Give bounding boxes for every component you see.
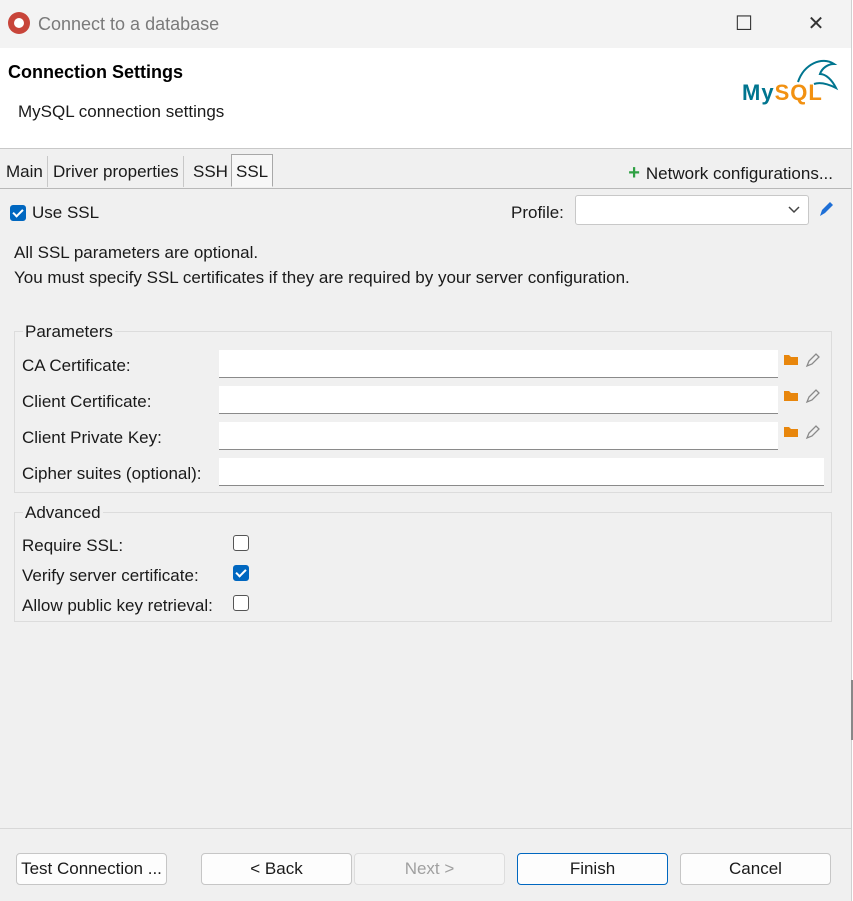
parameters-title: Parameters bbox=[23, 322, 115, 342]
title-bar: Connect to a database ☐ ✕ bbox=[0, 0, 851, 48]
tab-main[interactable]: Main bbox=[2, 156, 48, 187]
profile-select[interactable] bbox=[575, 195, 809, 225]
folder-icon[interactable] bbox=[783, 388, 799, 405]
client-private-key-input[interactable] bbox=[219, 422, 778, 450]
profile-label: Profile: bbox=[511, 203, 564, 222]
info-optional-text: All SSL parameters are optional. bbox=[14, 243, 259, 262]
window-title: Connect to a database bbox=[38, 14, 220, 34]
tab-bar: Main Driver properties SSH SSL + Network … bbox=[0, 154, 851, 189]
next-button[interactable]: Next > bbox=[354, 853, 505, 885]
network-configurations-label: Network configurations... bbox=[645, 164, 833, 183]
maximize-button[interactable]: ☐ bbox=[714, 6, 774, 42]
close-button[interactable]: ✕ bbox=[786, 6, 846, 42]
require-ssl-checkbox[interactable] bbox=[233, 535, 249, 551]
test-connection-button[interactable]: Test Connection ... bbox=[16, 853, 167, 885]
require-ssl-label: Require SSL: bbox=[22, 536, 124, 555]
logo-sql: SQL bbox=[774, 80, 823, 105]
back-button[interactable]: < Back bbox=[201, 853, 352, 885]
page-title: Connection Settings bbox=[8, 62, 183, 82]
ca-certificate-input[interactable] bbox=[219, 350, 778, 378]
allow-public-key-retrieval-checkbox[interactable] bbox=[233, 595, 249, 611]
tab-driver-properties[interactable]: Driver properties bbox=[49, 156, 184, 187]
folder-icon[interactable] bbox=[783, 352, 799, 369]
advanced-group: Advanced Require SSL: Verify server cert… bbox=[14, 503, 832, 622]
dialog-header: Connection Settings MySQL connection set… bbox=[0, 48, 851, 149]
use-ssl-option[interactable]: Use SSL bbox=[10, 202, 99, 223]
finish-button[interactable]: Finish bbox=[517, 853, 668, 885]
edit-icon[interactable] bbox=[805, 352, 821, 372]
logo-my: My bbox=[742, 80, 775, 105]
verify-server-certificate-checkbox[interactable] bbox=[233, 565, 249, 581]
verify-server-certificate-label: Verify server certificate: bbox=[22, 566, 199, 585]
client-private-key-label: Client Private Key: bbox=[22, 428, 162, 447]
cipher-suites-input[interactable] bbox=[219, 458, 824, 486]
cipher-suites-label: Cipher suites (optional): bbox=[22, 464, 202, 483]
use-ssl-checkbox[interactable] bbox=[10, 204, 26, 221]
edit-icon[interactable] bbox=[805, 424, 821, 444]
mysql-logo: MySQL bbox=[738, 54, 844, 108]
use-ssl-label: Use SSL bbox=[32, 202, 100, 222]
edit-icon[interactable] bbox=[805, 388, 821, 408]
client-certificate-label: Client Certificate: bbox=[22, 392, 152, 411]
tab-ssl[interactable]: SSL bbox=[231, 154, 274, 187]
parameters-group: Parameters CA Certificate: Client Certif… bbox=[14, 322, 832, 493]
footer-divider bbox=[0, 828, 851, 829]
folder-icon[interactable] bbox=[783, 424, 799, 441]
page-subtitle: MySQL connection settings bbox=[18, 102, 225, 121]
advanced-title: Advanced bbox=[23, 503, 103, 523]
chevron-down-icon bbox=[788, 198, 800, 225]
network-configurations-link[interactable]: + Network configurations... bbox=[628, 162, 833, 185]
app-icon bbox=[8, 12, 30, 34]
client-certificate-input[interactable] bbox=[219, 386, 778, 414]
edit-profile-icon[interactable] bbox=[818, 200, 834, 223]
plus-icon: + bbox=[628, 162, 640, 184]
ca-certificate-label: CA Certificate: bbox=[22, 356, 131, 375]
cancel-button[interactable]: Cancel bbox=[680, 853, 831, 885]
dialog-window: Connect to a database ☐ ✕ Connection Set… bbox=[0, 0, 852, 901]
tab-ssh[interactable]: SSH bbox=[189, 156, 233, 187]
allow-public-key-retrieval-label: Allow public key retrieval: bbox=[22, 596, 213, 615]
info-certificates-text: You must specify SSL certificates if the… bbox=[14, 268, 630, 287]
